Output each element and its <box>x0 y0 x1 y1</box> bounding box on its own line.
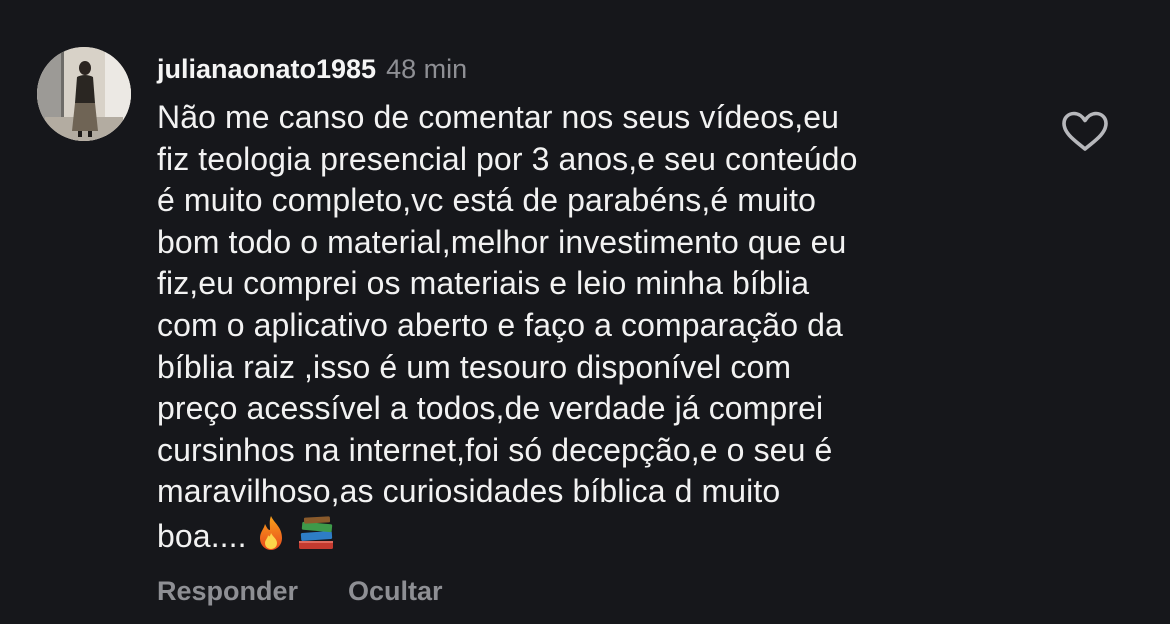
like-button[interactable] <box>1059 109 1111 153</box>
timestamp: 48 min <box>386 54 468 84</box>
hide-button[interactable]: Ocultar <box>348 576 443 606</box>
heart-outline-icon <box>1062 111 1108 151</box>
comment: julianaonato1985 48 min Não me canso de c… <box>0 0 1170 624</box>
reply-button[interactable]: Responder <box>157 576 298 606</box>
comment-actions: Responder Ocultar <box>157 572 443 610</box>
username[interactable]: julianaonato1985 <box>157 54 376 84</box>
avatar-image <box>37 47 131 141</box>
fire-icon <box>251 513 291 564</box>
comment-header: julianaonato1985 48 min <box>157 52 467 86</box>
avatar[interactable] <box>37 47 131 141</box>
comment-body: Não me canso de comentar nos seus vídeos… <box>157 99 858 554</box>
comment-text: Não me canso de comentar nos seus vídeos… <box>157 97 1037 564</box>
books-icon <box>295 513 337 564</box>
